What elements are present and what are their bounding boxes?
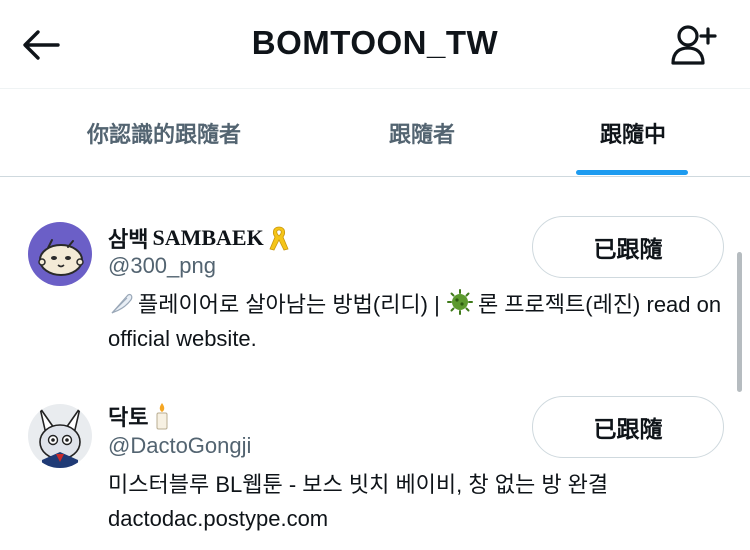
avatar-image: [28, 404, 92, 468]
following-button[interactable]: 已跟隨: [532, 396, 724, 458]
user-display-name[interactable]: 삼백 SAMBAEK: [108, 222, 290, 254]
person-plus-icon: [671, 25, 717, 65]
user-handle: @300_png: [108, 253, 216, 278]
avatar[interactable]: [28, 222, 92, 286]
avatar-image: [28, 222, 92, 286]
active-tab-indicator: [576, 170, 688, 175]
bio-link[interactable]: dactodac.postype.com: [108, 502, 728, 536]
tab-followers-you-know[interactable]: 你認識的跟隨者: [0, 89, 328, 177]
tab-followers[interactable]: 跟隨者: [328, 89, 516, 177]
name-hangul: 닥토: [108, 405, 149, 430]
feather-icon: [111, 293, 133, 314]
user-row-dacto[interactable]: 닥토 @DactoGongji 미스터블루 BL웹툰 - 보스 빗치 베이비, …: [0, 377, 750, 550]
user-bio: 플레이어로 살아남는 방법(리디) | 론 프로젝트(레진) read on o…: [108, 288, 728, 356]
name-hangul: 삼백: [108, 227, 149, 252]
tab-following[interactable]: 跟隨中: [516, 89, 750, 177]
ribbon-icon: [269, 226, 289, 251]
top-header: BOMTOON_TW: [0, 0, 750, 88]
candle-icon: [156, 403, 168, 430]
user-handle: @DactoGongji: [108, 433, 252, 458]
page-title: BOMTOON_TW: [251, 24, 499, 61]
user-bio: 미스터블루 BL웹툰 - 보스 빗치 베이비, 창 없는 방 완결 dactod…: [108, 468, 728, 536]
tab-bar: 你認識的跟隨者 跟隨者 跟隨中: [0, 88, 750, 177]
scrollbar[interactable]: [737, 252, 742, 392]
virus-icon: [446, 289, 473, 315]
name-latin: SAMBAEK: [152, 225, 264, 250]
avatar[interactable]: [28, 404, 92, 468]
bio-line-1: 미스터블루 BL웹툰 - 보스 빗치 베이비, 창 없는 방 완결: [108, 472, 609, 497]
following-button[interactable]: 已跟隨: [532, 216, 724, 278]
bio-text-1: 플레이어로 살아남는 방법(리디) |: [138, 292, 446, 317]
user-display-name[interactable]: 닥토: [108, 400, 172, 432]
follow-add-button[interactable]: [666, 20, 722, 70]
user-row-sambaek[interactable]: 삼백 SAMBAEK @300_png 플레이어로 살아남는 방법(리디) | …: [0, 177, 750, 377]
